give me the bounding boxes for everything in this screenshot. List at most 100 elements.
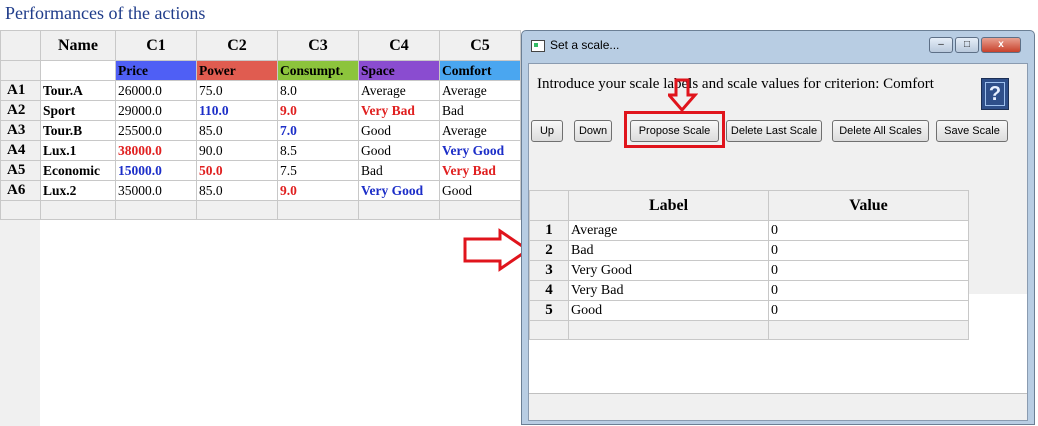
- criterion-label-c4: Space: [358, 60, 440, 81]
- page-title: Performances of the actions: [5, 3, 206, 23]
- action-name-cell[interactable]: Lux.2: [40, 180, 116, 201]
- performance-cell[interactable]: 15000.0: [115, 160, 197, 181]
- scale-corner-cell: [529, 190, 569, 221]
- scale-value-cell[interactable]: 0: [768, 240, 969, 261]
- col-header-c1[interactable]: C1: [115, 30, 197, 61]
- performance-cell[interactable]: Very Bad: [358, 100, 440, 121]
- performance-cell[interactable]: 7.0: [277, 120, 359, 141]
- performance-cell[interactable]: Bad: [358, 160, 440, 181]
- criteria-row: Price Power Consumpt. Space Comfort: [0, 60, 521, 81]
- delete-all-scales-button[interactable]: Delete All Scales: [832, 120, 929, 142]
- performance-cell[interactable]: 35000.0: [115, 180, 197, 201]
- scale-label-cell[interactable]: Very Bad: [568, 280, 769, 301]
- row-header[interactable]: A5: [0, 160, 41, 181]
- performance-cell[interactable]: 7.5: [277, 160, 359, 181]
- performance-cell[interactable]: 85.0: [196, 120, 278, 141]
- performance-cell[interactable]: 75.0: [196, 80, 278, 101]
- scale-row: 1 Average 0: [529, 220, 969, 241]
- scale-label-cell[interactable]: Good: [568, 300, 769, 321]
- scale-body: 1 Average 0 2 Bad 0 3 Very Good 0 4 Very Bad 0 5 Good…: [529, 220, 969, 321]
- performance-cell[interactable]: Good: [358, 120, 440, 141]
- performance-cell[interactable]: Very Bad: [439, 160, 521, 181]
- performance-cell[interactable]: Good: [439, 180, 521, 201]
- delete-last-scale-button[interactable]: Delete Last Scale: [726, 120, 822, 142]
- table-row: A6 Lux.2 35000.0 85.0 9.0 Very Good Good: [0, 180, 521, 201]
- close-button[interactable]: x: [981, 37, 1021, 53]
- performance-cell[interactable]: 85.0: [196, 180, 278, 201]
- performance-cell[interactable]: 110.0: [196, 100, 278, 121]
- propose-scale-highlight-box: [624, 111, 725, 148]
- performance-cell[interactable]: Good: [358, 140, 440, 161]
- maximize-button[interactable]: □: [955, 37, 979, 53]
- intro-text: Introduce your scale labels and scale va…: [537, 76, 934, 92]
- col-header-c4[interactable]: C4: [358, 30, 440, 61]
- performance-cell[interactable]: 9.0: [277, 100, 359, 121]
- performance-cell[interactable]: 8.5: [277, 140, 359, 161]
- scale-label-cell[interactable]: Bad: [568, 240, 769, 261]
- table-row: A4 Lux.1 38000.0 90.0 8.5 Good Very Good: [0, 140, 521, 161]
- action-name-cell[interactable]: Economic: [40, 160, 116, 181]
- scale-value-cell[interactable]: 0: [768, 220, 969, 241]
- action-name-cell[interactable]: Lux.1: [40, 140, 116, 161]
- action-name-cell[interactable]: Tour.A: [40, 80, 116, 101]
- performance-cell[interactable]: Average: [439, 80, 521, 101]
- down-arrow-annotation: [668, 78, 698, 113]
- row-header[interactable]: A4: [0, 140, 41, 161]
- scale-value-cell[interactable]: 0: [768, 260, 969, 281]
- scale-row-header[interactable]: 2: [529, 240, 569, 261]
- col-header-c5[interactable]: C5: [439, 30, 521, 61]
- row-header[interactable]: A1: [0, 80, 41, 101]
- performance-cell[interactable]: Very Good: [439, 140, 521, 161]
- col-header-c3[interactable]: C3: [277, 30, 359, 61]
- scale-row-header[interactable]: 1: [529, 220, 569, 241]
- scale-empty-row: [529, 320, 969, 340]
- row-header[interactable]: A6: [0, 180, 41, 201]
- save-scale-button[interactable]: Save Scale: [936, 120, 1008, 142]
- dialog-titlebar[interactable]: Set a scale... – □ x: [522, 31, 1034, 59]
- help-book-icon[interactable]: ?: [981, 78, 1009, 110]
- scale-label-cell[interactable]: Average: [568, 220, 769, 241]
- criterion-label-c5: Comfort: [439, 60, 521, 81]
- scale-row: 2 Bad 0: [529, 240, 969, 261]
- dialog-title: Set a scale...: [550, 38, 620, 52]
- performance-cell[interactable]: Bad: [439, 100, 521, 121]
- performance-cell[interactable]: Average: [358, 80, 440, 101]
- criterion-label-c3: Consumpt.: [277, 60, 359, 81]
- criteria-name-cell: [40, 60, 116, 81]
- action-name-cell[interactable]: Tour.B: [40, 120, 116, 141]
- performance-cell[interactable]: 8.0: [277, 80, 359, 101]
- performance-cell[interactable]: Very Good: [358, 180, 440, 201]
- minimize-button[interactable]: –: [929, 37, 953, 53]
- scale-row-header[interactable]: 5: [529, 300, 569, 321]
- col-header-value[interactable]: Value: [768, 190, 969, 221]
- scale-label-cell[interactable]: Very Good: [568, 260, 769, 281]
- window-app-icon: [531, 40, 545, 52]
- col-header-name[interactable]: Name: [40, 30, 116, 61]
- performance-cell[interactable]: 38000.0: [115, 140, 197, 161]
- performance-cell[interactable]: 25500.0: [115, 120, 197, 141]
- scale-row: 3 Very Good 0: [529, 260, 969, 281]
- down-button[interactable]: Down: [574, 120, 612, 142]
- scale-header-row: Label Value: [529, 190, 969, 221]
- row-header[interactable]: A3: [0, 120, 41, 141]
- criteria-row-header: [0, 60, 41, 81]
- col-header-c2[interactable]: C2: [196, 30, 278, 61]
- performance-cell[interactable]: Average: [439, 120, 521, 141]
- performance-cell[interactable]: 26000.0: [115, 80, 197, 101]
- empty-row: [0, 200, 521, 220]
- performance-cell[interactable]: 90.0: [196, 140, 278, 161]
- row-header[interactable]: A2: [0, 100, 41, 121]
- dialog-client-area: Introduce your scale labels and scale va…: [528, 63, 1028, 421]
- col-header-label[interactable]: Label: [568, 190, 769, 221]
- scale-row-header[interactable]: 3: [529, 260, 569, 281]
- scale-value-cell[interactable]: 0: [768, 280, 969, 301]
- performance-cell[interactable]: 9.0: [277, 180, 359, 201]
- performance-cell[interactable]: 29000.0: [115, 100, 197, 121]
- performance-table: Name C1 C2 C3 C4 C5 Price Power Consumpt. S…: [0, 30, 521, 220]
- action-name-cell[interactable]: Sport: [40, 100, 116, 121]
- performance-cell[interactable]: 50.0: [196, 160, 278, 181]
- up-button[interactable]: Up: [531, 120, 563, 142]
- table-row: A5 Economic 15000.0 50.0 7.5 Bad Very Bad: [0, 160, 521, 181]
- scale-row-header[interactable]: 4: [529, 280, 569, 301]
- scale-value-cell[interactable]: 0: [768, 300, 969, 321]
